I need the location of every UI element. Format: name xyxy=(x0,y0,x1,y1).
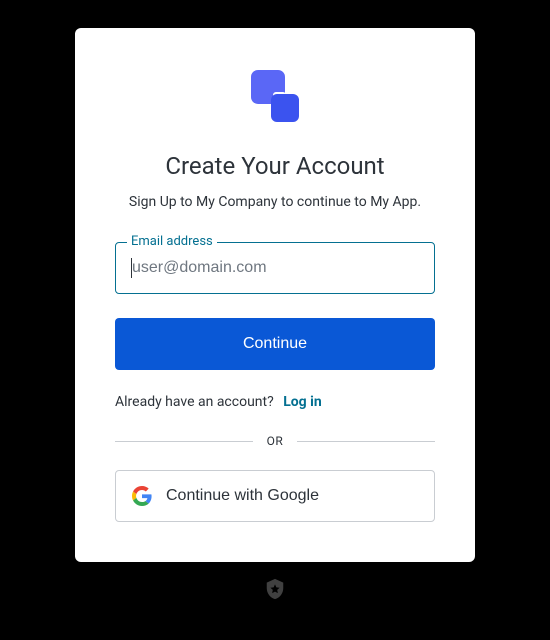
auth-provider-badge-icon xyxy=(264,578,286,600)
continue-button[interactable]: Continue xyxy=(115,318,435,370)
text-caret-icon xyxy=(131,258,132,278)
email-field-wrapper: Email address xyxy=(115,242,435,294)
google-icon xyxy=(132,486,152,506)
email-label: Email address xyxy=(127,234,217,249)
page-title: Create Your Account xyxy=(115,152,435,180)
login-prompt-text: Already have an account? xyxy=(115,394,274,410)
login-prompt-row: Already have an account? Log in xyxy=(115,394,435,410)
signup-card: Create Your Account Sign Up to My Compan… xyxy=(75,28,475,562)
divider-label: OR xyxy=(253,434,298,448)
company-logo-icon xyxy=(247,68,303,124)
login-link[interactable]: Log in xyxy=(283,394,322,410)
logo-container xyxy=(115,68,435,124)
google-button-label: Continue with Google xyxy=(166,487,319,505)
email-input[interactable] xyxy=(115,242,435,294)
divider: OR xyxy=(115,434,435,448)
page-subtitle: Sign Up to My Company to continue to My … xyxy=(115,194,435,210)
google-signin-button[interactable]: Continue with Google xyxy=(115,470,435,522)
